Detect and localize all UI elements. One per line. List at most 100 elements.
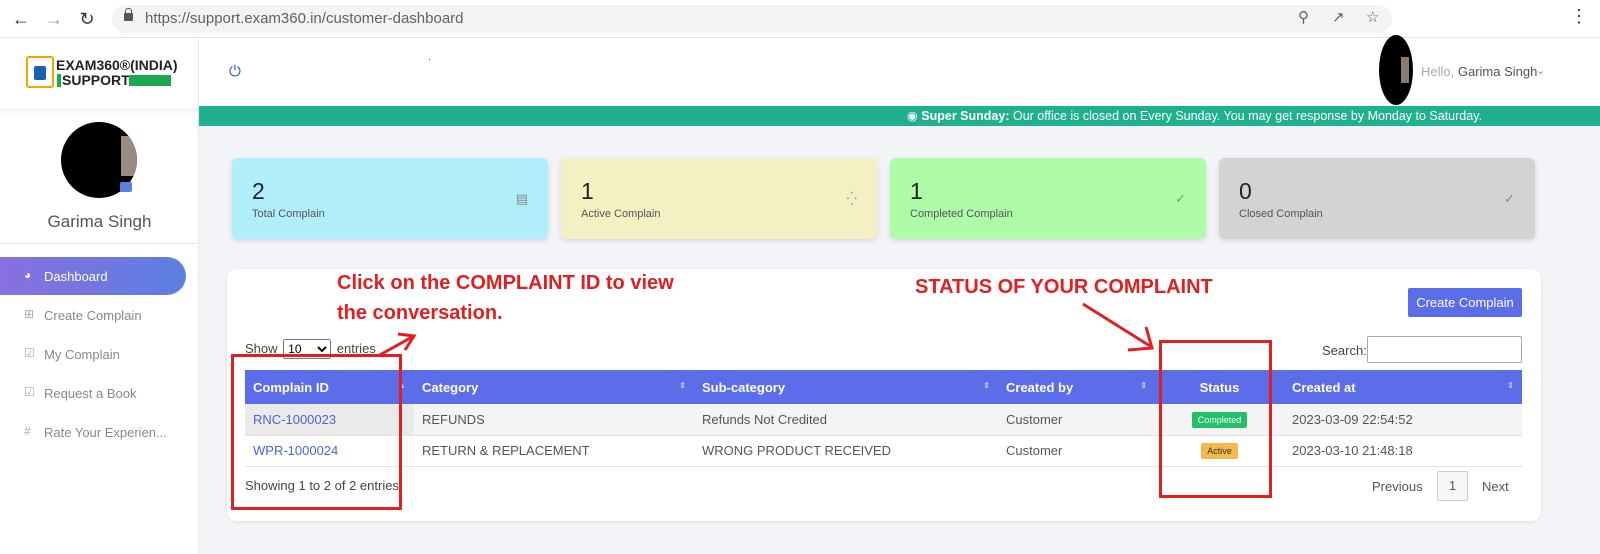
- col-subcategory[interactable]: Sub-category ⇕: [694, 370, 998, 404]
- check-square-icon: ☑: [24, 346, 35, 360]
- created-by-cell: Customer: [998, 404, 1155, 436]
- notice-text: ◉ Super Sunday: Our office is closed on …: [907, 108, 1482, 123]
- sidebar-item-label: Rate Your Experien...: [44, 425, 167, 440]
- check-circle-icon: ✓: [1504, 191, 1515, 206]
- col-created-by[interactable]: Created by ⇕: [998, 370, 1155, 404]
- forward-icon[interactable]: →: [43, 8, 65, 30]
- stat-card-completed[interactable]: 1 Completed Complain ✓: [890, 158, 1206, 239]
- table-row: RNC-1000023 REFUNDS Refunds Not Credited…: [245, 404, 1522, 436]
- sidebar-item-create-complain[interactable]: ⊞ Create Complain: [0, 296, 186, 334]
- lock-icon: [124, 8, 133, 21]
- back-icon[interactable]: ←: [10, 8, 32, 30]
- annotation-click-line2: the conversation.: [337, 302, 503, 324]
- hello-text: Hello,: [1421, 64, 1455, 79]
- stat-card-total[interactable]: 2 Total Complain ▤: [232, 158, 548, 239]
- sort-icon: ⇕: [679, 381, 686, 390]
- column-header-label: Created at: [1292, 379, 1356, 395]
- stat-card-active[interactable]: 1 Active Complain ⁛: [561, 158, 877, 239]
- col-category[interactable]: Category ⇕: [414, 370, 694, 404]
- divider: [0, 104, 199, 108]
- ticket-icon: ▤: [515, 191, 528, 206]
- header-avatar[interactable]: [1379, 35, 1413, 105]
- logo-accent: [57, 74, 61, 87]
- stat-label: Completed Complain: [910, 208, 1013, 220]
- url-text[interactable]: https://support.exam360.in/customer-dash…: [145, 10, 464, 27]
- user-menu[interactable]: Hello, Garima Singh: [1421, 64, 1537, 79]
- plus-square-icon: ⊞: [24, 307, 35, 321]
- sidebar-item-label: Create Complain: [44, 308, 142, 323]
- logo-bag-icon: [26, 56, 54, 88]
- header-dot: .: [428, 52, 431, 63]
- browser-bar: ← → ↻ https://support.exam360.in/custome…: [0, 0, 1600, 38]
- column-header-label: Category: [422, 379, 479, 395]
- notice-banner: ◉ Super Sunday: Our office is closed on …: [199, 106, 1600, 126]
- radio-icon: ◉: [906, 109, 922, 123]
- sidebar-item-my-complain[interactable]: ☑ My Complain: [0, 335, 186, 373]
- subcategory-cell: Refunds Not Credited: [694, 404, 998, 436]
- created-at-cell: 2023-03-09 22:54:52: [1284, 404, 1522, 436]
- share-icon[interactable]: ↗: [1332, 8, 1345, 26]
- notice-bold: Super Sunday:: [921, 109, 1010, 123]
- logo[interactable]: EXAM360®(INDIA) SUPPORT: [26, 56, 178, 92]
- stat-value: 0: [1239, 178, 1252, 204]
- check-square-icon: ☑: [24, 385, 35, 399]
- table-row: WPR-1000024 RETURN & REPLACEMENT WRONG P…: [245, 435, 1522, 467]
- chevron-down-icon[interactable]: ⌄: [1536, 64, 1545, 77]
- annotation-id-box: [231, 354, 402, 510]
- header-user-name: Garima Singh: [1457, 64, 1538, 79]
- created-by-cell: Customer: [998, 435, 1155, 467]
- pagination-previous[interactable]: Previous: [1372, 479, 1423, 494]
- sort-icon: ⇕: [1507, 381, 1514, 390]
- sidebar-item-rate-experience[interactable]: # Rate Your Experien...: [0, 413, 186, 451]
- check-circle-icon: ✓: [1175, 191, 1186, 206]
- sidebar-item-label: My Complain: [44, 347, 120, 362]
- hash-icon: #: [24, 424, 31, 438]
- category-cell: RETURN & REPLACEMENT: [414, 435, 694, 467]
- col-created-at[interactable]: Created at ⇕: [1284, 370, 1522, 404]
- sidebar-item-dashboard[interactable]: ◕ Dashboard: [0, 257, 186, 295]
- category-cell: REFUNDS: [414, 404, 694, 436]
- divider: [0, 243, 199, 244]
- sidebar: EXAM360®(INDIA) SUPPORT Garima Singh ◕ D…: [0, 38, 199, 554]
- subcategory-cell: WRONG PRODUCT RECEIVED: [694, 435, 998, 467]
- browser-menu-icon[interactable]: ⋮: [1570, 6, 1588, 27]
- complaints-table: Complain ID ▲ Category ⇕ Sub-category ⇕ Cre…: [245, 370, 1522, 467]
- address-bar[interactable]: https://support.exam360.in/customer-dash…: [112, 5, 1392, 33]
- sidebar-item-label: Dashboard: [44, 269, 108, 284]
- logo-green-bar: [129, 75, 171, 86]
- search-label: Search:: [1322, 343, 1367, 358]
- annotation-click-line1: Click on the COMPLAINT ID to view: [337, 272, 674, 294]
- annotation-status-box: [1159, 340, 1272, 498]
- column-header-label: Created by: [1006, 379, 1074, 395]
- zoom-icon[interactable]: ⚲: [1298, 8, 1309, 26]
- stat-value: 2: [252, 178, 265, 204]
- reload-icon[interactable]: ↻: [76, 8, 98, 30]
- notice-body: Our office is closed on Every Sunday. Yo…: [1009, 109, 1482, 123]
- sidebar-item-label: Request a Book: [44, 386, 137, 401]
- table-header-row: Complain ID ▲ Category ⇕ Sub-category ⇕ Cre…: [245, 370, 1522, 404]
- search-input[interactable]: [1367, 336, 1522, 363]
- power-icon[interactable]: ⏻: [229, 63, 241, 80]
- stat-label: Total Complain: [252, 208, 325, 220]
- create-complain-button[interactable]: Create Complain: [1408, 288, 1522, 317]
- annotation-status-note: STATUS OF YOUR COMPLAINT: [915, 276, 1213, 298]
- pie-chart-icon: ◕: [24, 268, 32, 282]
- stat-card-closed[interactable]: 0 Closed Complain ✓: [1219, 158, 1535, 239]
- sort-icon: ⇕: [983, 381, 990, 390]
- logo-line1: EXAM360®(INDIA): [56, 57, 178, 73]
- sidebar-item-request-book[interactable]: ☑ Request a Book: [0, 374, 186, 412]
- stat-label: Active Complain: [581, 208, 661, 220]
- stat-value: 1: [581, 178, 594, 204]
- stat-label: Closed Complain: [1239, 208, 1323, 220]
- bookmark-star-icon[interactable]: ☆: [1366, 8, 1379, 26]
- created-at-cell: 2023-03-10 21:48:18: [1284, 435, 1522, 467]
- pagination-next[interactable]: Next: [1482, 479, 1509, 494]
- logo-line2: SUPPORT: [62, 72, 130, 88]
- sidebar-user-name: Garima Singh: [47, 212, 152, 231]
- stat-value: 1: [910, 178, 923, 204]
- camera-icon[interactable]: [120, 182, 132, 192]
- sort-icon: ⇕: [1140, 381, 1147, 390]
- spinner-icon: ⁛: [846, 191, 857, 206]
- pagination-page-1[interactable]: 1: [1437, 471, 1468, 501]
- column-header-label: Sub-category: [702, 379, 786, 395]
